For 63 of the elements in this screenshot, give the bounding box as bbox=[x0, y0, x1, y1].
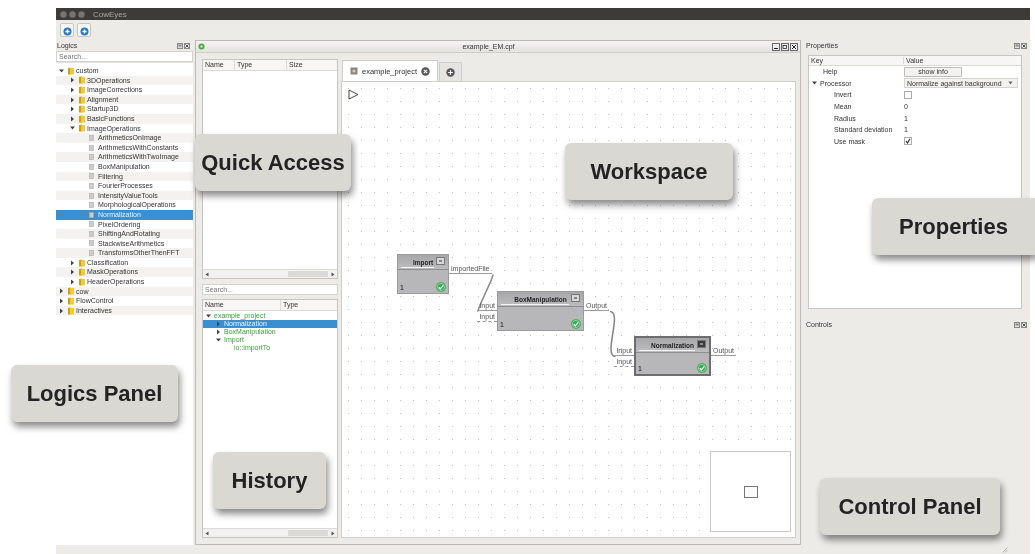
checkbox[interactable] bbox=[904, 137, 912, 146]
check-icon bbox=[436, 282, 446, 292]
expand-arrow-icon[interactable] bbox=[59, 298, 64, 305]
expand-arrow-icon[interactable] bbox=[70, 115, 75, 122]
checkbox[interactable] bbox=[904, 91, 912, 99]
collapse-button[interactable] bbox=[436, 257, 445, 265]
scroll-left-icon[interactable] bbox=[205, 530, 209, 536]
folder-icon bbox=[67, 66, 74, 75]
connector-line bbox=[609, 310, 617, 358]
minimap-viewport[interactable] bbox=[743, 485, 758, 498]
expand-arrow-icon[interactable] bbox=[216, 329, 221, 335]
scrollbar-thumb[interactable] bbox=[288, 271, 328, 277]
expand-arrow-icon[interactable] bbox=[70, 106, 75, 113]
collapse-button[interactable] bbox=[697, 340, 706, 348]
play-icon[interactable] bbox=[348, 89, 359, 100]
expand-arrow-icon[interactable] bbox=[59, 288, 64, 295]
collapse-arrow-icon[interactable] bbox=[70, 125, 75, 132]
collapse-button[interactable] bbox=[571, 294, 580, 302]
close-icon[interactable] bbox=[184, 42, 190, 49]
scroll-right-icon[interactable] bbox=[331, 530, 335, 536]
collapse-arrow-icon[interactable] bbox=[59, 67, 64, 74]
minimize-button[interactable] bbox=[772, 42, 780, 51]
close-icon[interactable] bbox=[1021, 321, 1027, 328]
window-title: CowEyes bbox=[93, 9, 127, 19]
float-icon[interactable] bbox=[1014, 321, 1020, 328]
close-icon[interactable] bbox=[1021, 42, 1027, 49]
expand-arrow-icon[interactable] bbox=[70, 87, 75, 93]
project-icon bbox=[198, 43, 205, 50]
close-button[interactable] bbox=[790, 42, 798, 51]
horizontal-scrollbar[interactable] bbox=[203, 269, 337, 278]
resize-grip-icon[interactable] bbox=[1002, 546, 1008, 553]
expand-arrow-icon[interactable] bbox=[70, 96, 75, 103]
toolbar-button[interactable] bbox=[60, 23, 74, 37]
expand-arrow-icon[interactable] bbox=[70, 278, 75, 285]
expand-arrow-icon[interactable] bbox=[59, 307, 64, 314]
float-icon[interactable] bbox=[177, 42, 183, 49]
connector-line bbox=[477, 273, 494, 313]
callout-label: Control Panel bbox=[820, 478, 1000, 535]
callout-label: History bbox=[213, 452, 326, 509]
callout-label: Quick Access bbox=[195, 134, 351, 191]
scroll-left-icon[interactable] bbox=[205, 271, 209, 277]
expand-arrow-icon[interactable] bbox=[70, 269, 75, 276]
horizontal-scrollbar[interactable] bbox=[203, 528, 337, 537]
float-icon[interactable] bbox=[1014, 42, 1020, 49]
callout-label: Properties bbox=[872, 198, 1035, 255]
expand-arrow-icon[interactable] bbox=[70, 259, 75, 266]
scrollbar-thumb[interactable] bbox=[288, 530, 328, 536]
callout-label: Workspace bbox=[565, 143, 733, 200]
scroll-right-icon[interactable] bbox=[331, 271, 335, 277]
tab[interactable] bbox=[439, 62, 463, 81]
callout-label: Logics Panel bbox=[11, 365, 178, 422]
collapse-arrow-icon[interactable] bbox=[216, 337, 221, 343]
check-icon bbox=[697, 363, 707, 373]
check-icon bbox=[571, 319, 581, 329]
caret-icon bbox=[1008, 81, 1013, 86]
project-icon bbox=[350, 67, 358, 75]
close-tab-icon[interactable] bbox=[421, 66, 431, 76]
toolbar-button[interactable] bbox=[77, 23, 91, 37]
restore-button[interactable] bbox=[781, 42, 789, 51]
collapse-arrow-icon[interactable] bbox=[206, 313, 211, 319]
collapse-arrow-icon[interactable] bbox=[812, 80, 817, 87]
expand-arrow-icon[interactable] bbox=[70, 77, 75, 84]
add-icon[interactable] bbox=[446, 67, 456, 77]
